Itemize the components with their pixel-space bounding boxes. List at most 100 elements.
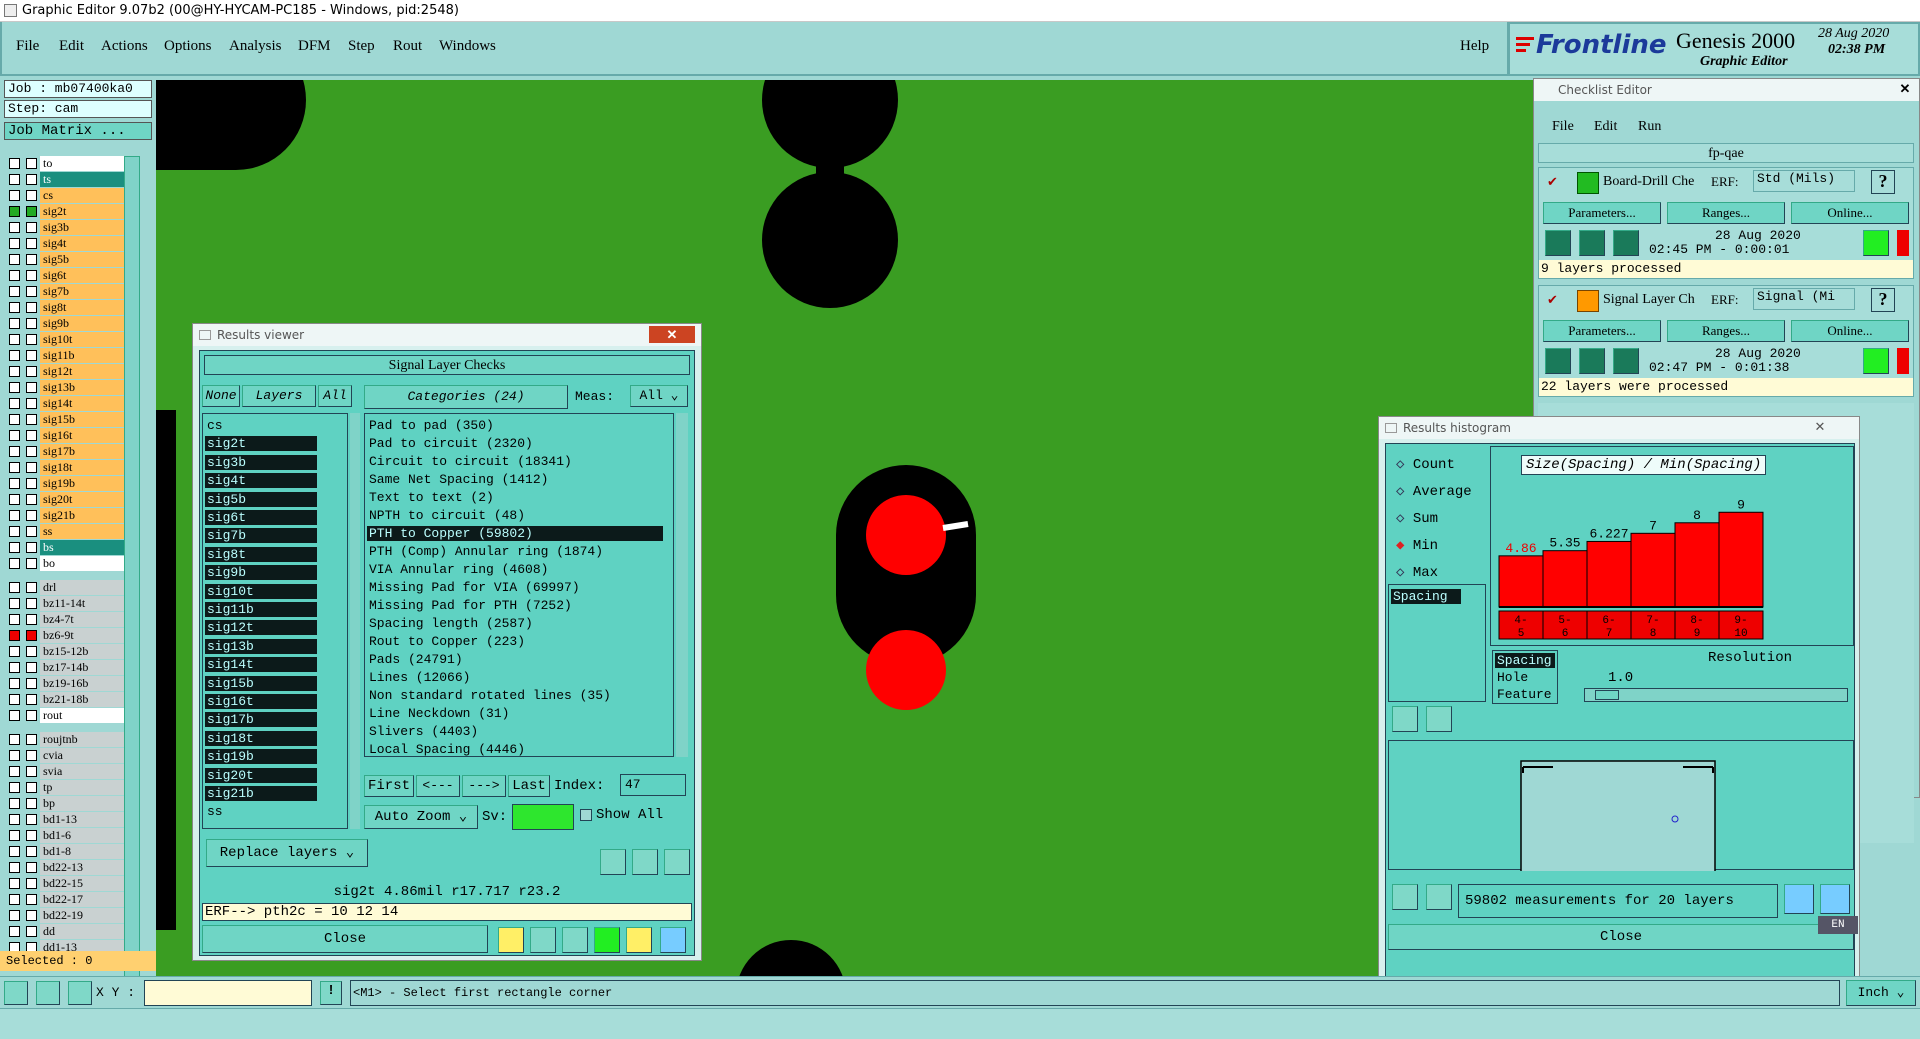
layer-row-bz17-14b[interactable]: bz17-14b [6,660,128,675]
layer-row-bd22-17[interactable]: bd22-17 [6,892,128,907]
stat-option-count[interactable]: ◇ Count [1396,456,1455,474]
layer-row-sig10t[interactable]: sig10t [6,332,128,347]
layer-checkbox[interactable] [9,630,20,641]
layer-row-sig4t[interactable]: sig4t [6,236,128,251]
layer-checkbox[interactable] [9,254,20,265]
category-item[interactable]: Circuit to circuit (18341) [367,454,663,469]
layer-checkbox[interactable] [9,646,20,657]
result-layer-item[interactable]: ss [205,804,317,819]
menu-options[interactable]: Options [164,38,212,55]
layer-color-swatch[interactable] [26,926,37,937]
menu-analysis[interactable]: Analysis [229,38,282,55]
layer-row-svia[interactable]: svia [6,764,128,779]
histogram-bar[interactable] [1586,540,1632,608]
resolution-slider[interactable] [1584,688,1848,702]
layer-checkbox[interactable] [9,350,20,361]
layer-color-swatch[interactable] [26,910,37,921]
layer-row-sig16t[interactable]: sig16t [6,428,128,443]
result-layer-item[interactable]: sig17b [205,712,317,728]
category-item[interactable]: Text to text (2) [367,490,663,505]
layer-checkbox[interactable] [9,894,20,905]
layer-color-swatch[interactable] [26,462,37,473]
menu-rout[interactable]: Rout [393,38,422,55]
layer-row-ts[interactable]: ts [6,172,128,187]
menu-step[interactable]: Step [348,38,375,55]
layer-row-bd22-13[interactable]: bd22-13 [6,860,128,875]
categories-button[interactable]: Categories (24) [364,385,568,409]
layer-color-swatch[interactable] [26,286,37,297]
layer-row-bz6-9t[interactable]: bz6-9t [6,628,128,643]
layer-checkbox[interactable] [9,158,20,169]
run-icon[interactable] [1545,348,1571,374]
ref-icon[interactable] [632,849,658,875]
category-item[interactable]: Local Spacing (4446) [367,742,663,757]
layer-row-sig12t[interactable]: sig12t [6,364,128,379]
layer-row-bz21-18b[interactable]: bz21-18b [6,692,128,707]
type-item-spacing[interactable]: Spacing [1495,653,1555,668]
erf-value[interactable]: Signal (Mi [1753,288,1855,310]
histogram-bar[interactable] [1498,555,1544,608]
layer-color-swatch[interactable] [26,382,37,393]
menu-file[interactable]: File [16,38,39,55]
category-item[interactable]: Pads (24791) [367,652,663,667]
layer-checkbox[interactable] [9,598,20,609]
meas-select[interactable]: All ⌄ [630,385,688,407]
result-layer-item[interactable]: sig19b [205,749,317,765]
category-item[interactable]: Lines (12066) [367,670,663,685]
histogram-bar[interactable] [1542,550,1588,608]
layer-row-sig15b[interactable]: sig15b [6,412,128,427]
layer-row-to[interactable]: to [6,156,128,171]
layer-checkbox[interactable] [9,662,20,673]
layer-color-swatch[interactable] [26,734,37,745]
tool-icon-1[interactable] [4,981,28,1005]
layer-color-swatch[interactable] [26,558,37,569]
layer-color-swatch[interactable] [26,510,37,521]
layer-row-bo[interactable]: bo [6,556,128,571]
layer-checkbox[interactable] [9,494,20,505]
layer-color-swatch[interactable] [26,526,37,537]
show-all-checkbox[interactable] [580,809,592,821]
layer-list-scrollbar[interactable] [350,413,360,829]
result-layer-item[interactable]: sig13b [205,638,317,654]
checklist-close-icon[interactable]: ✕ [1891,79,1919,99]
histogram-close-icon[interactable]: ✕ [1799,417,1841,437]
result-layer-item[interactable]: sig15b [205,675,317,691]
layer-checkbox[interactable] [9,382,20,393]
layer-checkbox[interactable] [9,846,20,857]
zoom-result-icon[interactable] [1863,230,1889,256]
layer-color-swatch[interactable] [26,158,37,169]
category-item[interactable]: Missing Pad for VIA (69997) [367,580,663,595]
layer-color-swatch[interactable] [26,542,37,553]
last-button[interactable]: Last [508,775,550,797]
category-item[interactable]: Pad to pad (350) [367,418,663,433]
layer-checkbox[interactable] [9,206,20,217]
layer-row-ss[interactable]: ss [6,524,128,539]
layer-color-swatch[interactable] [26,190,37,201]
category-item[interactable]: Spacing length (2587) [367,616,663,631]
layer-color-swatch[interactable] [26,238,37,249]
layer-row-bz4-7t[interactable]: bz4-7t [6,612,128,627]
measure-list[interactable]: Spacing [1388,584,1486,702]
layer-row-drl[interactable]: drl [6,580,128,595]
result-layer-item[interactable]: cs [205,418,317,433]
layer-color-swatch[interactable] [26,646,37,657]
layer-row-sig14t[interactable]: sig14t [6,396,128,411]
layer-color-swatch[interactable] [26,678,37,689]
layer-row-sig11b[interactable]: sig11b [6,348,128,363]
layer-checkbox[interactable] [9,558,20,569]
layer-checkbox[interactable] [9,694,20,705]
close-button[interactable]: Close [202,925,488,953]
layer-row-sig8t[interactable]: sig8t [6,300,128,315]
online-button[interactable]: Online... [1791,202,1909,224]
run-all-icon[interactable] [1579,348,1605,374]
erf-value[interactable]: Std (Mils) [1753,170,1855,192]
stat-option-sum[interactable]: ◇ Sum [1396,510,1438,528]
layer-color-swatch[interactable] [26,614,37,625]
result-layer-list[interactable]: cs sig2t sig3b sig4t sig5b sig6t sig7b sig8t sig… [202,413,348,829]
next-button[interactable]: ---> [462,775,506,797]
layer-color-swatch[interactable] [26,350,37,361]
layer-row-sig19b[interactable]: sig19b [6,476,128,491]
layer-color-swatch[interactable] [26,750,37,761]
layer-checkbox[interactable] [9,302,20,313]
menu-edit[interactable]: Edit [59,38,84,55]
